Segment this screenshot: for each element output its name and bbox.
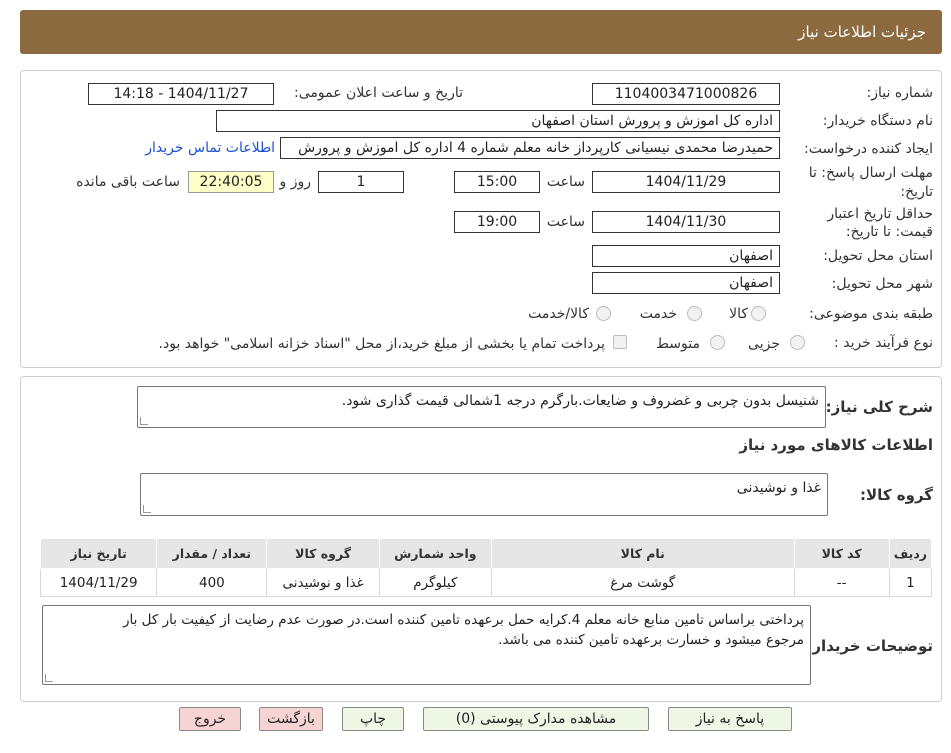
category-radio-goods-service[interactable] [596,306,611,321]
cell-group: غذا و نوشیدنی [266,568,380,597]
category-label: طبقه بندی موضوعی: [809,306,933,322]
col-header-group: گروه کالا [266,538,380,569]
col-header-quantity: تعداد / مقدار [156,538,268,569]
validity-label: حداقل تاریخ اعتبار [827,206,933,222]
cell-row: 1 [888,568,933,597]
announce-field: 1404/11/27 - 14:18 [88,83,274,105]
deadline-time-field: 15:00 [454,171,540,193]
cell-unit: کیلوگرم [378,568,492,597]
remaining-time-field: 22:40:05 [188,171,274,193]
group-label: گروه کالا: [860,486,933,504]
category-option-goods: کالا [729,306,748,322]
col-header-date: تاریخ نیاز [39,538,158,569]
treasury-checkbox[interactable] [613,335,627,349]
city-field: اصفهان [592,272,780,294]
col-header-name: نام کالا [490,538,795,569]
category-radio-service[interactable] [687,306,702,321]
process-radio-minor[interactable] [790,335,805,350]
deadline-label: مهلت ارسال پاسخ: تا [808,165,933,181]
view-attachments-button[interactable]: مشاهده مدارک پیوستی (0) [423,707,649,731]
resize-grip-icon[interactable] [45,674,53,682]
validity-time-label: ساعت [546,214,585,230]
category-option-service: خدمت [639,306,677,322]
resize-grip-icon[interactable] [143,505,151,513]
goods-table: ردیف کد کالا نام کالا واحد شمارش گروه کا… [39,538,933,597]
need-number-label: شماره نیاز: [866,85,934,101]
creator-label: ایجاد کننده درخواست: [804,141,933,157]
reply-button[interactable]: پاسخ به نیاز [668,707,792,731]
summary-label: شرح کلی نیاز: [825,398,933,416]
deadline-time-label: ساعت [546,174,585,190]
deadline-label-2: تاریخ: [900,184,933,200]
city-label: شهر محل تحویل: [831,276,933,292]
buyer-notes-line-1: پرداختی براساس تامین منابع خانه معلم 4.ک… [123,612,804,628]
print-button[interactable]: چاپ [342,707,404,731]
cell-name: گوشت مرغ [490,568,795,597]
page-header: جزئیات اطلاعات نیاز [20,10,942,54]
remaining-label: ساعت باقی مانده [76,174,180,190]
validity-label-2: قیمت: تا تاریخ: [845,224,933,240]
days-label: روز و [279,174,312,190]
days-field: 1 [318,171,404,193]
summary-textarea[interactable]: شنیسل بدون چربی و غضروف و ضایعات.بارگرم … [137,386,826,428]
col-header-code: کد کالا [793,538,890,569]
exit-button[interactable]: خروج [179,707,241,731]
contact-buyer-link[interactable]: اطلاعات تماس خریدار [145,140,275,156]
back-button[interactable]: بازگشت [259,707,323,731]
validity-date-field: 1404/11/30 [592,211,780,233]
group-textarea[interactable]: غذا و نوشیدنی [140,473,828,516]
cell-date: 1404/11/29 [39,568,158,597]
col-header-row: ردیف [888,538,933,569]
validity-time-field: 19:00 [454,211,540,233]
creator-field: حمیدرضا محمدی نیسیانی کارپرداز خانه معلم… [280,137,780,159]
table-header-row: ردیف کد کالا نام کالا واحد شمارش گروه کا… [39,538,933,569]
announce-label: تاریخ و ساعت اعلان عمومی: [294,85,463,101]
process-option-minor: جزیی [748,336,780,352]
process-radio-medium[interactable] [710,335,725,350]
buyer-notes-textarea[interactable]: پرداختی براساس تامین منابع خانه معلم 4.ک… [42,605,811,685]
buyer-notes-label: توضیحات خریدار: [806,637,933,655]
buyer-org-field: اداره کل اموزش و پرورش استان اصفهان [216,110,780,132]
process-label: نوع فرآیند خرید : [834,335,933,351]
process-option-medium: متوسط [656,336,700,352]
group-text: غذا و نوشیدنی [736,480,821,496]
page-title: جزئیات اطلاعات نیاز [798,23,926,41]
buyer-notes-line-2: مرجوع میشود و خسارت برعهده تامین کننده م… [498,632,804,648]
cell-quantity: 400 [156,568,268,597]
table-row: 1 -- گوشت مرغ کیلوگرم غذا و نوشیدنی 400 … [39,568,933,597]
resize-grip-icon[interactable] [140,417,148,425]
need-number-field: 1104003471000826 [592,83,780,105]
payment-note: پرداخت تمام یا بخشی از مبلغ خرید،از محل … [158,336,605,352]
cell-code: -- [793,568,890,597]
category-radio-goods[interactable] [751,306,766,321]
province-label: استان محل تحویل: [823,248,933,264]
goods-info-title: اطلاعات کالاهای مورد نیاز [739,436,933,454]
province-field: اصفهان [592,245,780,267]
buyer-org-label: نام دستگاه خریدار: [822,113,933,129]
category-option-goods-service: کالا/خدمت [528,306,589,322]
summary-text: شنیسل بدون چربی و غضروف و ضایعات.بارگرم … [341,393,819,409]
col-header-unit: واحد شمارش [378,538,492,569]
deadline-date-field: 1404/11/29 [592,171,780,193]
